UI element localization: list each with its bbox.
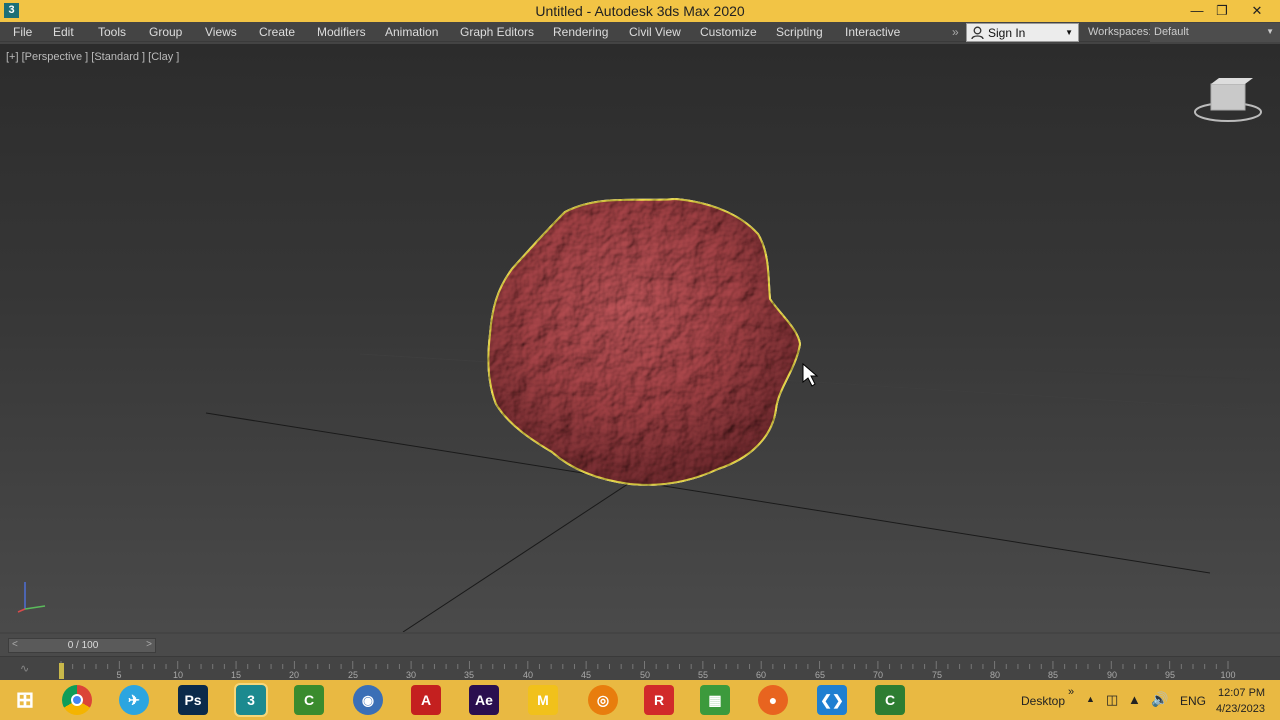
menu-graph-editors[interactable]: Graph Editors	[460, 25, 534, 39]
menu-create[interactable]: Create	[259, 25, 295, 39]
menu-group[interactable]: Group	[149, 25, 182, 39]
window-title: Untitled - Autodesk 3ds Max 2020	[535, 3, 745, 19]
viewcube-icon	[1194, 78, 1262, 122]
windows-start-icon[interactable]: ⊞	[10, 685, 40, 715]
tick-label: 65	[814, 670, 826, 680]
after-effects-icon[interactable]: Ae	[469, 685, 499, 715]
sheets-app-icon[interactable]: ▦	[700, 685, 730, 715]
tick-label: 60	[755, 670, 767, 680]
tick-label: 45	[580, 670, 592, 680]
workspaces-label: Workspaces:	[1088, 26, 1152, 38]
sign-in-dropdown[interactable]: Sign In ▼	[966, 23, 1079, 42]
m-app-icon[interactable]: M	[528, 685, 558, 715]
tick-label: 25	[347, 670, 359, 680]
camtasia-icon[interactable]: C	[294, 685, 324, 715]
menu-edit[interactable]: Edit	[53, 25, 74, 39]
axis-tripod-icon	[17, 582, 46, 613]
menu-rendering[interactable]: Rendering	[553, 25, 608, 39]
photoshop-icon[interactable]: Ps	[178, 685, 208, 715]
menu-file[interactable]: File	[13, 25, 32, 39]
menu-overflow-icon[interactable]: »	[952, 25, 959, 39]
menu-interactive[interactable]: Interactive	[845, 25, 900, 39]
tick-label: 10	[172, 670, 184, 680]
menu-animation[interactable]: Animation	[385, 25, 438, 39]
rock-object	[487, 197, 802, 486]
restore-icon[interactable]: ❐	[1207, 0, 1237, 22]
language-indicator[interactable]: ENG	[1180, 694, 1206, 708]
chevron-down-icon: ▼	[1266, 27, 1274, 36]
menu-scripting[interactable]: Scripting	[776, 25, 823, 39]
menu-views[interactable]: Views	[205, 25, 237, 39]
tick-label: 75	[931, 670, 943, 680]
menu-tools[interactable]: Tools	[98, 25, 126, 39]
windows-taskbar: ⊞ ✈ Ps 3 C ◉ A Ae M ◎ R ▦ ● ❮❯ C Desktop » ▲ ◫ ▲ 🔊 ENG…	[0, 680, 1280, 720]
camtasia-2-icon[interactable]: C	[875, 685, 905, 715]
firefox-icon[interactable]: ●	[758, 685, 788, 715]
tick-label: 5	[116, 670, 122, 680]
tick-label: 50	[639, 670, 651, 680]
time-slider[interactable]: < 0 / 100 >	[8, 638, 156, 653]
title-bar: 3 Untitled - Autodesk 3ds Max 2020 — ❐ ✕	[0, 0, 1280, 22]
mouse-cursor-icon	[802, 362, 819, 387]
workspace-value: Default	[1154, 26, 1189, 38]
tick-label: 15	[230, 670, 242, 680]
tick-label: 70	[872, 670, 884, 680]
tray-expand-icon[interactable]: ▲	[1086, 694, 1095, 704]
track-bar[interactable]: ∿ 5 10 15 20 25 30 35 40 45 50 55 60 65 …	[0, 656, 1280, 680]
tick-label: 100	[1220, 670, 1236, 680]
autocad-icon[interactable]: A	[411, 685, 441, 715]
volume-icon[interactable]: 🔊	[1151, 691, 1168, 708]
time-slider-bar: < 0 / 100 >	[0, 634, 1280, 656]
telegram-icon[interactable]: ✈	[119, 685, 149, 715]
close-icon[interactable]: ✕	[1242, 0, 1272, 22]
perspective-viewport[interactable]: [+] [Perspective ] [Standard ] [Clay ]	[0, 44, 1280, 632]
tick-label: 80	[989, 670, 1001, 680]
network-icon[interactable]: ▲	[1128, 692, 1141, 707]
menu-modifiers[interactable]: Modifiers	[317, 25, 366, 39]
tick-label: 90	[1106, 670, 1118, 680]
time-slider-marker	[59, 663, 64, 679]
3ds-max-icon[interactable]: 3	[234, 683, 268, 717]
menu-customize[interactable]: Customize	[700, 25, 757, 39]
toolbar-overflow-icon[interactable]: »	[1068, 686, 1074, 698]
clock-time[interactable]: 12:07 PM	[1218, 687, 1265, 699]
tick-label: 55	[697, 670, 709, 680]
frame-counter: 0 / 100	[67, 640, 99, 651]
tablet-icon[interactable]: ◫	[1106, 692, 1118, 708]
desktop-toolbar-label[interactable]: Desktop	[1021, 694, 1065, 708]
blender-icon[interactable]: ◎	[588, 685, 618, 715]
chrome-icon[interactable]	[62, 685, 92, 715]
chevron-down-icon: ▼	[1065, 28, 1073, 37]
globe-app-icon[interactable]: ◉	[353, 685, 383, 715]
vscode-icon[interactable]: ❮❯	[817, 685, 847, 715]
time-next-button[interactable]: >	[146, 639, 152, 650]
tick-label: 20	[288, 670, 300, 680]
tick-label: 30	[405, 670, 417, 680]
revit-icon[interactable]: R	[644, 685, 674, 715]
tick-label: 95	[1164, 670, 1176, 680]
user-icon	[971, 26, 984, 40]
viewport-scene	[17, 78, 1262, 632]
tick-label: 40	[522, 670, 534, 680]
tick-label: 85	[1047, 670, 1059, 680]
menu-civil-view[interactable]: Civil View	[629, 25, 681, 39]
sign-in-label: Sign In	[988, 26, 1026, 40]
grid-axis-y-line	[402, 475, 641, 632]
tick-label: 35	[463, 670, 475, 680]
clock-date[interactable]: 4/23/2023	[1216, 703, 1265, 715]
workspace-select[interactable]: Default ▼	[1150, 23, 1280, 42]
